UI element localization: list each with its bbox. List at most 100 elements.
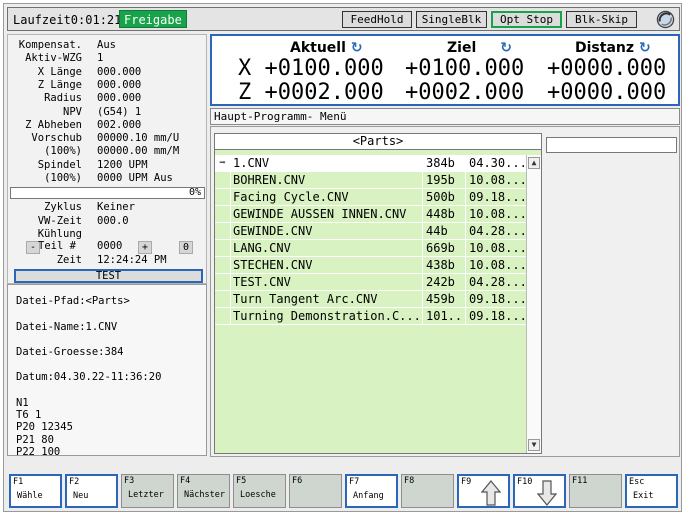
arrow-down-icon [537,480,557,506]
file-row[interactable]: ➡ 1.CNV384b04.30.... [215,155,526,172]
file-size-cell: 500b [422,189,465,205]
fkey-f3-button[interactable]: F3 Letzter [121,474,174,508]
status-label: Radius [44,92,82,105]
fkey-f4-button[interactable]: F4 Nächster [177,474,230,508]
part-label: Teil # [38,240,76,252]
file-row[interactable]: Facing Cycle.CNV500b09.18.... [215,189,526,206]
release-badge[interactable]: Freigabe [119,10,187,28]
z-distance: +0000.000 [547,80,667,105]
fkey-number: F11 [572,476,588,486]
status-label: X Länge [37,65,82,78]
file-date-cell: 09.18.... [465,291,526,307]
file-date-cell: 04.28.... [465,274,526,290]
fkey-f8-button[interactable]: F8 [401,474,454,508]
fkey-f2-button[interactable]: F2 Neu [65,474,118,508]
part-plus-button[interactable]: + [138,241,153,254]
refresh-icon[interactable]: ↻ [500,40,512,56]
row-marker [216,189,229,205]
fkey-number: F9 [461,477,472,487]
file-row[interactable]: GEWINDE.CNV44b04.28.... [215,223,526,240]
code-line: P20 12345 [16,421,73,434]
scroll-down-icon[interactable]: ▼ [528,439,540,451]
status-value: 000.000 [97,78,142,91]
arrow-up-icon [481,480,501,506]
status-value: 00000.10 mm/U [97,132,180,145]
refresh-icon[interactable]: ↻ [639,40,651,56]
machine-status-panel: Kompensat. Aus Aktiv-WZG 1 X Länge 000.000 Z L… [7,34,207,284]
file-size-cell: 101... [422,308,465,324]
file-size-cell: 448b [422,206,465,222]
status-row: Vorschub 00000.10 mm/U [8,132,208,145]
fkey-number: Esc [629,477,645,487]
file-size: Datei-Groesse:384 [16,346,124,358]
fkey-f6-button[interactable]: F6 [289,474,342,508]
file-row[interactable]: LANG.CNV669b10.08.... [215,240,526,257]
fkey-number: F6 [292,476,303,486]
fkey-esc-button[interactable]: Esc Exit [625,474,678,508]
z-target: +0002.000 [405,80,525,105]
status-value: 1200 UPM [97,158,148,171]
file-row[interactable]: Turn Tangent Arc.CNV459b09.18.... [215,291,526,308]
code-line: P21 80 [16,433,54,446]
fkey-label: Letzter [128,490,164,500]
singleblk-button[interactable]: SingleBlk [416,11,487,28]
progress-value: 0% [188,187,201,198]
fkey-f10-button[interactable]: F10 [513,474,566,508]
file-name-cell: 1.CNV [230,155,422,171]
fkey-f11-button[interactable]: F11 [569,474,622,508]
fkey-f7-button[interactable]: F7 Anfang [345,474,398,508]
file-row[interactable]: TEST.CNV242b04.28.... [215,274,526,291]
progress-bar: 0% [10,187,205,199]
file-date-cell: 04.28.... [465,223,526,239]
file-row[interactable]: Turning Demonstration.C...101...09.18...… [215,308,526,325]
file-size-cell: 438b [422,257,465,273]
refresh-icon[interactable]: ↻ [351,40,363,56]
status-value: 00000.00 mm/M [97,145,180,158]
file-date-cell: 09.18.... [465,308,526,324]
fkey-label: Wähle [17,491,43,501]
file-size-cell: 195b [422,172,465,188]
scroll-up-icon[interactable]: ▲ [528,157,540,169]
fkey-number: F4 [180,476,191,486]
status-value: 000.000 [97,92,142,105]
fkey-number: F1 [13,477,24,487]
file-row[interactable]: GEWINDE AUSSEN INNEN.CNV448b10.08.... [215,206,526,223]
file-date: Datum:04.30.22-11:36:20 [16,371,162,383]
blkskip-button[interactable]: Blk-Skip [566,11,637,28]
status-row: (100%) 0000 UPM Aus [8,172,208,185]
feedhold-button[interactable]: FeedHold [342,11,412,28]
file-row[interactable]: BOHREN.CNV195b10.08.... [215,172,526,189]
status-row: X Länge 000.000 [8,66,208,79]
status-row: VW-Zeit 000.0 [8,215,208,228]
file-date-cell: 04.30.... [465,155,526,171]
selection-arrow-icon: ➡ [219,156,226,169]
status-value: Keiner [97,201,135,213]
fkey-f9-button[interactable]: F9 [457,474,510,508]
part-counter: 0 [179,241,194,254]
scrollbar[interactable]: ▲ ▼ [526,155,541,453]
test-button[interactable]: TEST [14,269,203,283]
fkey-f1-button[interactable]: F1 Wähle [9,474,62,508]
file-path: Datei-Pfad:<Parts> [16,295,130,307]
row-marker [216,240,229,256]
file-date-cell: 10.08.... [465,206,526,222]
logo-icon [656,10,675,29]
fkey-number: F3 [124,476,135,486]
status-row: Zyklus Keiner [8,201,208,214]
file-row[interactable]: STECHEN.CNV438b10.08.... [215,257,526,274]
file-size-cell: 669b [422,240,465,256]
position-display: Aktuell ↻ Ziel ↻ Distanz ↻ X +0100.000 +010… [210,34,680,106]
file-name-cell: Turn Tangent Arc.CNV [230,291,422,307]
optstop-button[interactable]: Opt Stop [491,11,562,28]
fkey-f5-button[interactable]: F5 Loesche [233,474,286,508]
row-marker [216,172,229,188]
file-browser: <Parts> ➡1.CNV384b04.30....BOHREN.CNV195… [214,133,542,454]
header-distanz: Distanz ↻ [575,40,651,56]
file-name-cell: BOHREN.CNV [230,172,422,188]
time-row: Zeit 12:24:24 PM [8,254,208,267]
status-label: Vorschub [31,132,82,145]
status-label: Kompensat. [18,39,82,51]
file-list: ➡1.CNV384b04.30....BOHREN.CNV195b10.08..… [215,155,526,325]
status-row: Z Abheben 002.000 [8,119,208,132]
time-label: Zeit [56,254,82,266]
